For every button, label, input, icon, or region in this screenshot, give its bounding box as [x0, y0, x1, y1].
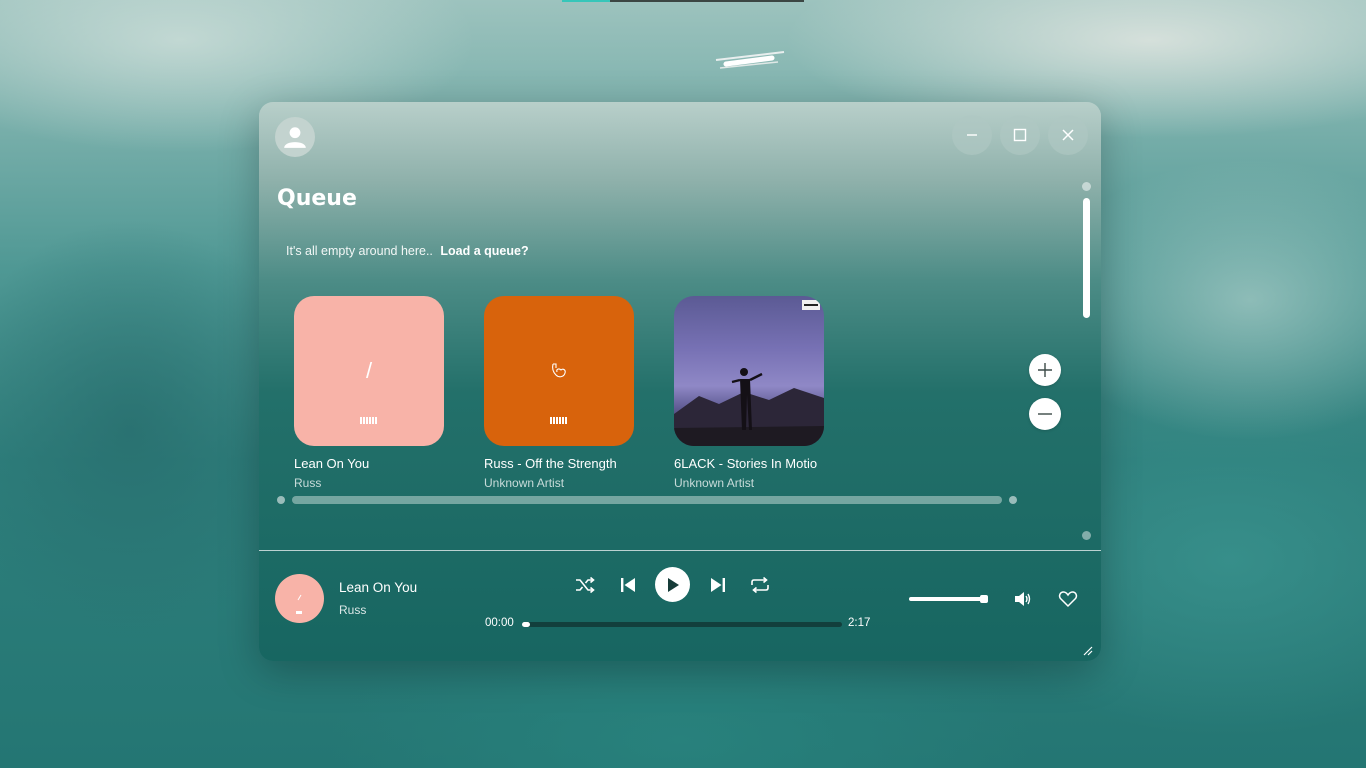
barcode-icon	[360, 417, 378, 424]
taskbar-accent	[562, 0, 610, 2]
music-player-window: Queue It's all empty around here.. Load …	[259, 102, 1101, 661]
plus-icon	[1038, 363, 1052, 377]
load-queue-link[interactable]: Load a queue?	[440, 244, 528, 258]
song-artist: Unknown Artist	[484, 476, 565, 490]
volume-button[interactable]	[1012, 588, 1034, 610]
total-time: 2:17	[848, 617, 871, 629]
user-button[interactable]	[275, 117, 315, 157]
resize-grip-icon[interactable]	[1081, 644, 1093, 656]
play-icon	[667, 577, 679, 592]
maximize-button[interactable]	[1000, 115, 1040, 155]
scroll-up-arrow[interactable]	[1082, 182, 1091, 191]
current-time: 00:00	[485, 617, 514, 629]
song-artist: Unknown Artist	[674, 476, 755, 490]
favorite-button[interactable]	[1056, 588, 1080, 610]
vertical-scrollbar-thumb[interactable]	[1083, 198, 1090, 318]
repeat-button[interactable]	[749, 574, 771, 596]
scroll-left-arrow[interactable]	[277, 496, 285, 504]
scroll-down-arrow[interactable]	[1082, 531, 1091, 540]
queue-card[interactable]: Russ - Off the Strength Unknown Artist	[484, 296, 634, 490]
next-button[interactable]	[707, 574, 729, 596]
song-artist: Russ	[294, 476, 322, 490]
album-art[interactable]	[484, 296, 634, 446]
queue-card[interactable]: / Lean On You Russ	[294, 296, 444, 490]
next-icon	[711, 578, 725, 592]
now-playing-title: Lean On You	[339, 580, 418, 595]
seek-bar-fill	[522, 622, 530, 627]
minimize-button[interactable]	[952, 115, 992, 155]
scroll-right-arrow[interactable]	[1009, 496, 1017, 504]
queue-card[interactable]: 6LACK - Stories In Motio Unknown Artist	[674, 296, 824, 490]
minus-icon	[1038, 413, 1052, 415]
album-art-glyph: /	[365, 358, 373, 383]
close-button[interactable]	[1048, 115, 1088, 155]
heart-icon	[1058, 591, 1078, 608]
user-icon	[284, 127, 306, 148]
song-title: Russ - Off the Strength	[484, 456, 617, 471]
boat-decoration	[715, 51, 785, 69]
song-title: 6LACK - Stories In Motio	[674, 456, 818, 471]
album-art[interactable]: /	[294, 296, 444, 446]
flexed-arm-heart-icon	[552, 363, 566, 378]
repeat-icon	[751, 576, 769, 594]
now-playing-art[interactable]	[275, 574, 324, 623]
zoom-in-button[interactable]	[1029, 354, 1061, 386]
seek-bar[interactable]	[522, 622, 842, 627]
previous-icon	[621, 578, 635, 592]
now-playing-artist: Russ	[339, 603, 367, 617]
shuffle-button[interactable]	[574, 574, 596, 596]
maximize-icon	[1013, 128, 1027, 142]
player-divider	[259, 550, 1101, 551]
horizontal-scrollbar[interactable]	[292, 496, 1002, 504]
barcode-icon	[550, 417, 568, 424]
shuffle-icon	[576, 576, 595, 594]
volume-slider-knob[interactable]	[980, 595, 988, 603]
now-playing-art-glyph	[296, 594, 302, 614]
minimize-icon	[967, 134, 977, 136]
previous-button[interactable]	[617, 574, 639, 596]
close-icon	[1062, 129, 1074, 141]
zoom-out-button[interactable]	[1029, 398, 1061, 430]
album-art-scene	[674, 300, 824, 446]
volume-icon	[1015, 592, 1031, 606]
empty-queue-text: It's all empty around here..	[286, 244, 433, 258]
song-title: Lean On You	[294, 456, 370, 471]
volume-slider[interactable]	[909, 595, 988, 603]
play-button[interactable]	[655, 567, 690, 602]
empty-queue-message: It's all empty around here.. Load a queu…	[286, 244, 529, 258]
page-title: Queue	[277, 186, 357, 211]
album-art[interactable]	[674, 296, 824, 446]
taskbar-strip	[562, 0, 804, 2]
